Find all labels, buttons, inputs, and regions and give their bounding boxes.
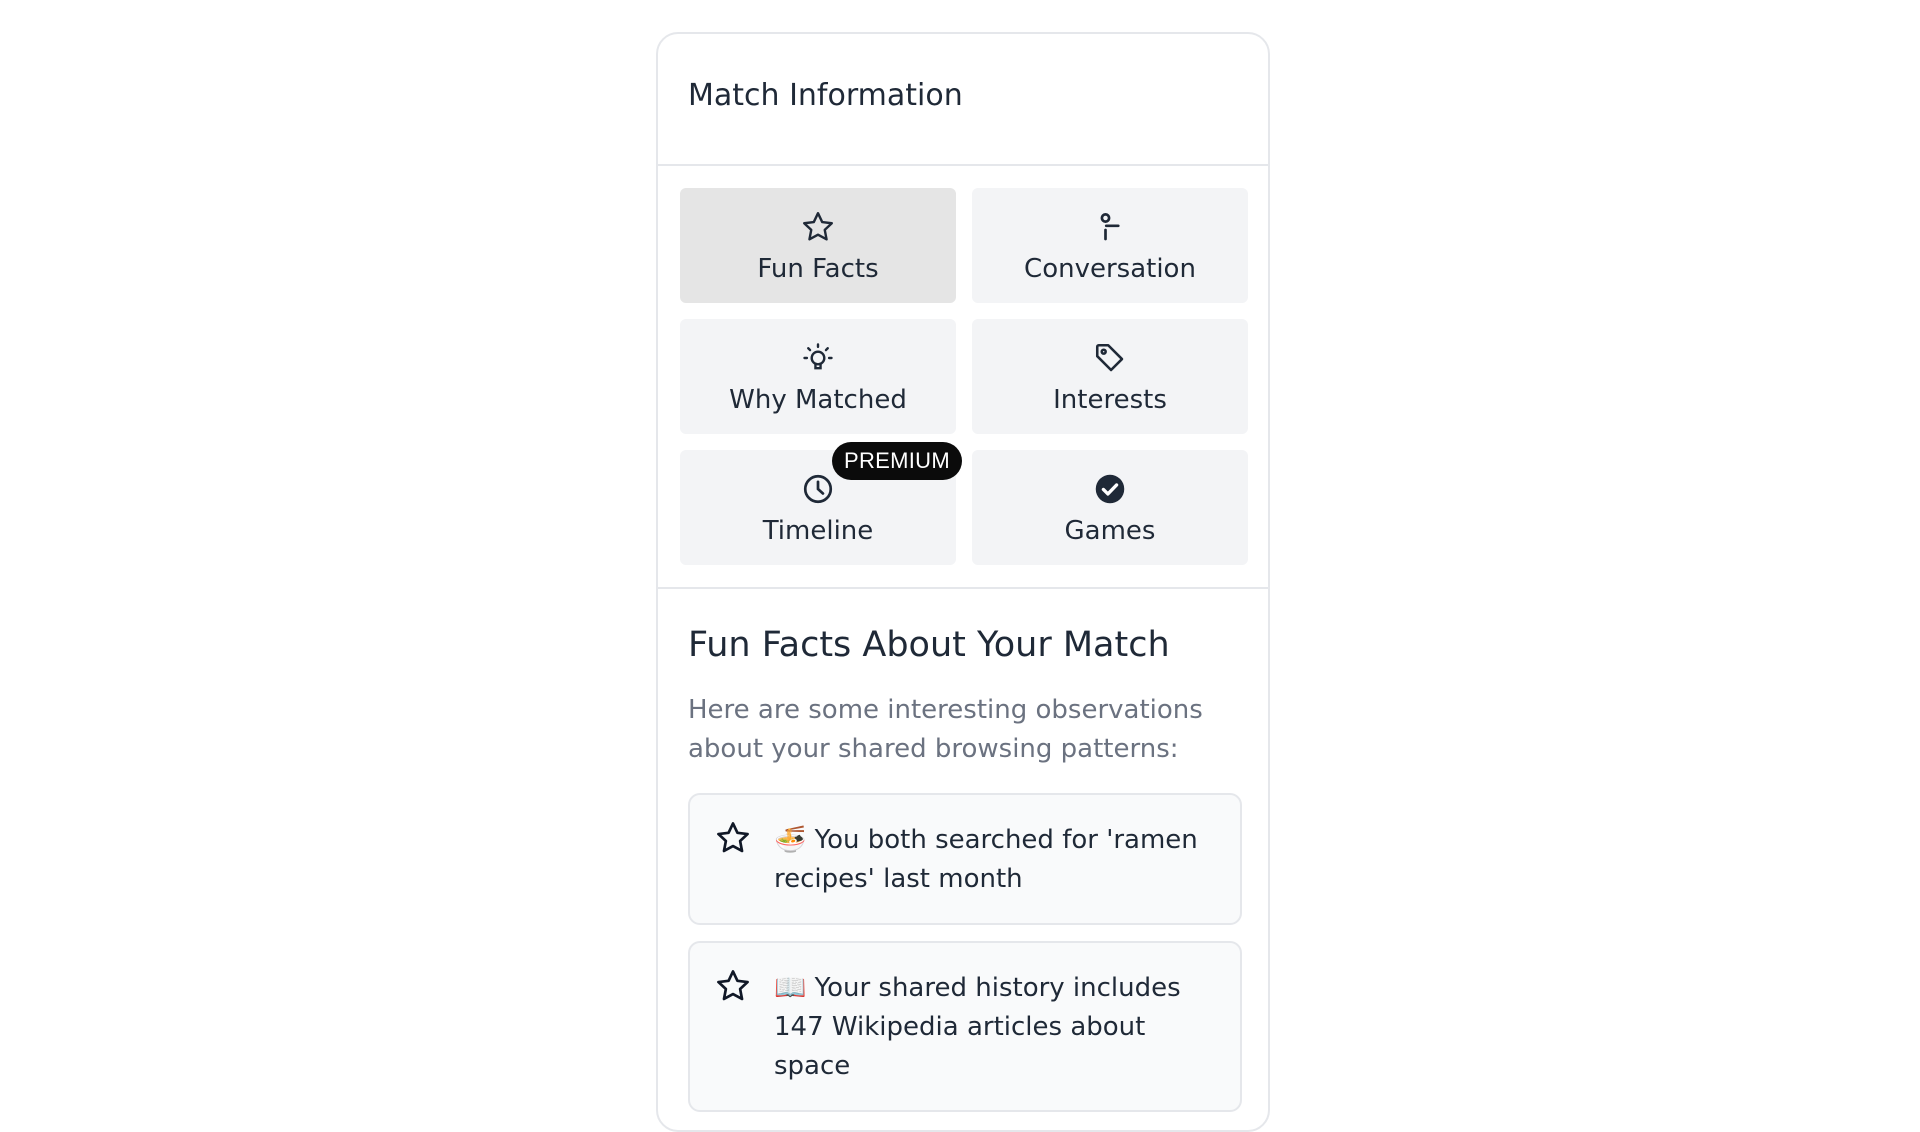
tab-label: Games <box>1064 515 1156 546</box>
lightbulb-icon <box>799 339 837 377</box>
tab-conversation[interactable]: Conversation <box>972 188 1248 303</box>
tab-label: Fun Facts <box>757 253 879 284</box>
star-icon <box>799 208 837 246</box>
tab-games[interactable]: Games <box>972 450 1248 565</box>
content-title: Fun Facts About Your Match <box>688 625 1170 665</box>
tab-why-matched[interactable]: Why Matched <box>680 319 956 434</box>
content-intro: Here are some interesting observations a… <box>688 695 1203 764</box>
person-speaking-icon <box>1091 208 1129 246</box>
fact-card: 🍜 You both searched for 'ramen recipes' … <box>688 793 1242 925</box>
tab-label: Conversation <box>1024 253 1196 284</box>
premium-badge: PREMIUM <box>832 442 962 480</box>
tab-label: Interests <box>1053 384 1167 415</box>
fact-text: 🍜 You both searched for 'ramen recipes' … <box>774 825 1198 894</box>
fact-card: 📖 Your shared history includes 147 Wikip… <box>688 941 1242 1112</box>
clock-icon <box>799 470 837 508</box>
tab-label: Why Matched <box>729 384 907 415</box>
star-icon <box>714 819 752 857</box>
star-icon <box>714 967 752 1005</box>
tab-fun-facts[interactable]: Fun Facts <box>680 188 956 303</box>
fun-facts-content: Fun Facts About Your Match Here are some… <box>658 589 1268 1112</box>
tab-label: Timeline <box>762 515 874 546</box>
fact-text: 📖 Your shared history includes 147 Wikip… <box>774 973 1181 1081</box>
match-information-panel: Match Information Fun Facts Conversation <box>656 32 1270 1132</box>
panel-header: Match Information <box>658 34 1268 166</box>
tag-icon <box>1091 339 1129 377</box>
tab-interests[interactable]: Interests <box>972 319 1248 434</box>
panel-title: Match Information <box>688 77 963 113</box>
tab-grid: Fun Facts Conversation Why Matched Inter… <box>658 166 1268 589</box>
tab-timeline[interactable]: Timeline PREMIUM <box>680 442 962 565</box>
check-circle-icon <box>1091 470 1129 508</box>
